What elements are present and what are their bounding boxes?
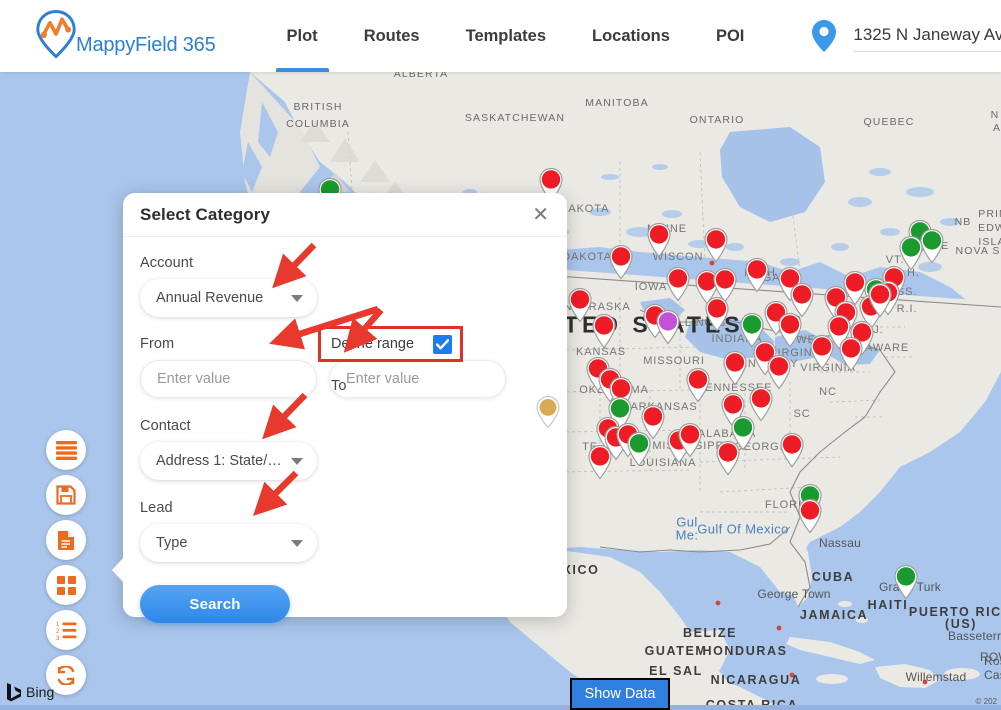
map-pin-red[interactable] (838, 336, 864, 372)
contact-field-select[interactable]: Address 1: State/… (140, 442, 317, 480)
map-pin-red[interactable] (744, 257, 770, 293)
toolbar-button-menu[interactable] (46, 430, 86, 470)
to-label: To (331, 378, 347, 394)
lead-field-value: Type (156, 535, 188, 551)
nav-item-locations[interactable]: Locations (569, 0, 693, 72)
map-pin-red[interactable] (809, 334, 835, 370)
map-pin-red[interactable] (587, 444, 613, 480)
brand[interactable]: MappyField 365 (30, 9, 216, 62)
map-pin-red[interactable] (665, 266, 691, 302)
toolbar-button-list[interactable]: 123 (46, 610, 86, 650)
map-pin-red[interactable] (789, 282, 815, 318)
main-nav: Plot Routes Templates Locations POI (264, 0, 768, 72)
contact-label: Contact (140, 418, 191, 434)
map-pin-red[interactable] (567, 287, 593, 323)
close-x-icon[interactable]: ✕ (532, 205, 549, 225)
dialog-header: Select Category ✕ (123, 193, 567, 237)
nav-item-poi[interactable]: POI (693, 0, 767, 72)
account-field-select[interactable]: Annual Revenue (140, 279, 317, 317)
lead-label: Lead (140, 500, 173, 516)
search-button[interactable]: Search (140, 585, 290, 623)
map-pin-red[interactable] (867, 282, 893, 318)
bottom-strip (0, 705, 1001, 710)
define-range-checkbox[interactable] (433, 334, 452, 354)
bing-label: Bing (26, 684, 55, 700)
grid-icon (56, 575, 76, 595)
map-pin-chart-logo-icon (36, 9, 76, 59)
hamburger-menu-icon (55, 440, 77, 460)
map-pin-red[interactable] (715, 440, 741, 476)
map-pin-red[interactable] (779, 432, 805, 468)
chevron-down-icon (291, 458, 303, 465)
map-pin-red[interactable] (722, 350, 748, 386)
left-toolbar: 123 (46, 430, 86, 700)
map-pin-red[interactable] (646, 222, 672, 258)
map-pin-green[interactable] (893, 564, 919, 600)
address-search: ✕ (811, 19, 1001, 53)
refresh-icon (57, 665, 75, 685)
map-pin-red[interactable] (704, 296, 730, 332)
lead-field-select[interactable]: Type (140, 524, 317, 562)
from-value-input[interactable] (140, 360, 317, 398)
app-root: ALBERTA BRITISH COLUMBIA SASKATCHEWAN MANITO… (0, 0, 1001, 710)
numbered-list-icon: 123 (56, 622, 76, 640)
toolbar-button-document[interactable] (46, 520, 86, 560)
nav-item-templates[interactable]: Templates (443, 0, 569, 72)
svg-text:2: 2 (56, 629, 60, 635)
show-data-button[interactable]: Show Data (570, 678, 670, 710)
dialog-body: Account Annual Revenue From To Contact A… (123, 237, 567, 623)
checkmark-icon (436, 338, 449, 350)
map-pin-red[interactable] (685, 367, 711, 403)
dialog-title: Select Category (140, 204, 270, 224)
toolbar-button-save[interactable] (46, 475, 86, 515)
define-range-label: Define range (331, 336, 415, 352)
brand-name: MappyField 365 (76, 34, 216, 56)
address-search-input[interactable] (853, 20, 1001, 52)
define-range-highlight-box: Define range (318, 326, 463, 362)
map-pin-red[interactable] (703, 227, 729, 263)
app-header: MappyField 365 Plot Routes Templates Locati… (0, 0, 1001, 72)
map-pin-purple[interactable] (655, 309, 681, 345)
map-copyright: © 202 (975, 697, 997, 706)
map-pin-red[interactable] (797, 498, 823, 534)
account-field-value: Annual Revenue (156, 290, 264, 306)
map-pin-green[interactable] (626, 431, 652, 467)
map-pin-red[interactable] (591, 313, 617, 349)
bing-logo-icon (7, 683, 21, 702)
svg-text:1: 1 (56, 622, 60, 628)
to-value-input[interactable] (329, 360, 506, 398)
select-category-dialog: Select Category ✕ Account Annual Revenue… (112, 193, 567, 623)
map-pin-red[interactable] (608, 244, 634, 280)
nav-item-routes[interactable]: Routes (341, 0, 443, 72)
contact-field-value: Address 1: State/… (156, 453, 282, 469)
document-icon (58, 530, 74, 550)
svg-text:3: 3 (56, 636, 60, 640)
map-pin-red[interactable] (677, 422, 703, 458)
account-label: Account (140, 255, 194, 271)
nav-item-plot[interactable]: Plot (264, 0, 341, 72)
chevron-down-icon (291, 295, 303, 302)
location-pin-icon (812, 20, 837, 52)
tan-map-pin-icon[interactable] (535, 395, 561, 429)
toolbar-button-grid[interactable] (46, 565, 86, 605)
chevron-down-icon (291, 540, 303, 547)
floppy-save-icon (56, 485, 76, 505)
bing-attribution[interactable]: Bing (6, 682, 54, 702)
map-pin-red[interactable] (766, 354, 792, 390)
